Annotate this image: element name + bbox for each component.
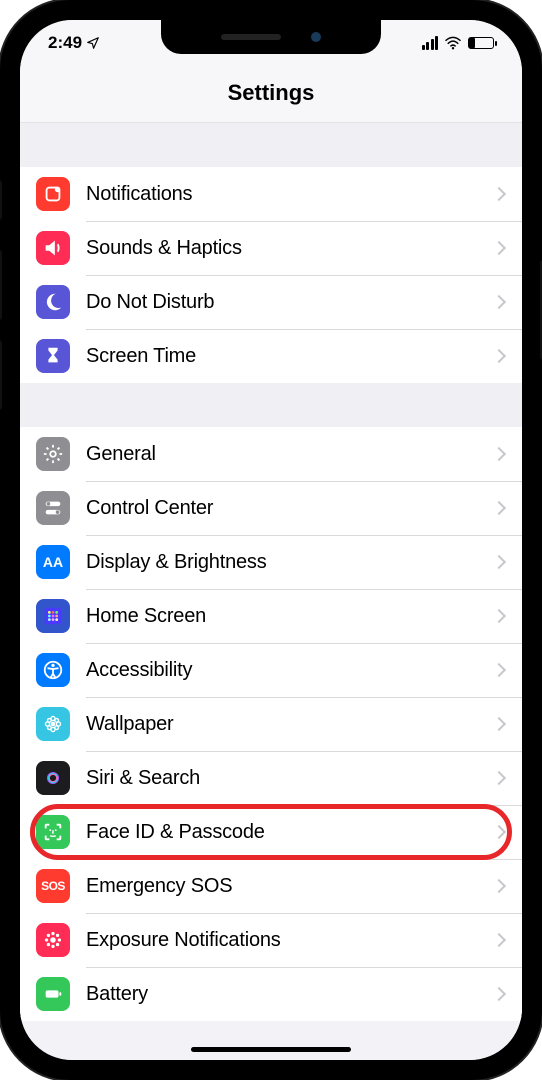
settings-row-exposure[interactable]: Exposure Notifications bbox=[20, 913, 522, 967]
settings-group: General Control Center AA Display & Brightn… bbox=[20, 427, 522, 1021]
chevron-right-icon bbox=[492, 501, 506, 515]
front-camera bbox=[311, 32, 321, 42]
settings-row-label: Control Center bbox=[86, 497, 494, 520]
flower-icon bbox=[36, 707, 70, 741]
volume-down-button bbox=[0, 340, 2, 410]
battery-icon bbox=[36, 977, 70, 1011]
phone-frame: 2:49 Settings Notifications Sounds & Hapt… bbox=[0, 0, 542, 1080]
settings-row-battery[interactable]: Battery bbox=[20, 967, 522, 1021]
settings-row-label: Accessibility bbox=[86, 659, 494, 682]
exposure-icon bbox=[36, 923, 70, 957]
siri-icon bbox=[36, 761, 70, 795]
chevron-right-icon bbox=[492, 771, 506, 785]
location-arrow-icon bbox=[86, 36, 100, 50]
chevron-right-icon bbox=[492, 609, 506, 623]
volume-up-button bbox=[0, 250, 2, 320]
chevron-right-icon bbox=[492, 987, 506, 1001]
mute-switch bbox=[0, 180, 2, 220]
notch bbox=[161, 20, 381, 54]
text-size-icon: AA bbox=[36, 545, 70, 579]
chevron-right-icon bbox=[492, 933, 506, 947]
settings-row-label: Screen Time bbox=[86, 345, 494, 368]
settings-row-label: Exposure Notifications bbox=[86, 929, 494, 952]
settings-group: Notifications Sounds & Haptics Do Not Dist… bbox=[20, 167, 522, 383]
settings-row-label: General bbox=[86, 443, 494, 466]
hourglass-icon bbox=[36, 339, 70, 373]
settings-row-wallpaper[interactable]: Wallpaper bbox=[20, 697, 522, 751]
settings-row-label: Wallpaper bbox=[86, 713, 494, 736]
chevron-right-icon bbox=[492, 187, 506, 201]
settings-row-faceid[interactable]: Face ID & Passcode bbox=[20, 805, 522, 859]
chevron-right-icon bbox=[492, 663, 506, 677]
section-gap bbox=[20, 383, 522, 427]
settings-row-label: Emergency SOS bbox=[86, 875, 494, 898]
grid-icon bbox=[36, 599, 70, 633]
settings-row-screentime[interactable]: Screen Time bbox=[20, 329, 522, 383]
chevron-right-icon bbox=[492, 295, 506, 309]
settings-row-sos[interactable]: SOS Emergency SOS bbox=[20, 859, 522, 913]
settings-row-label: Face ID & Passcode bbox=[86, 821, 494, 844]
notifications-icon bbox=[36, 177, 70, 211]
switches-icon bbox=[36, 491, 70, 525]
settings-row-display[interactable]: AA Display & Brightness bbox=[20, 535, 522, 589]
settings-row-label: Battery bbox=[86, 983, 494, 1006]
chevron-right-icon bbox=[492, 555, 506, 569]
moon-icon bbox=[36, 285, 70, 319]
sounds-icon bbox=[36, 231, 70, 265]
section-gap bbox=[20, 123, 522, 167]
settings-list[interactable]: Notifications Sounds & Haptics Do Not Dist… bbox=[20, 123, 522, 1060]
settings-row-label: Notifications bbox=[86, 183, 494, 206]
settings-row-homescreen[interactable]: Home Screen bbox=[20, 589, 522, 643]
speaker-grille bbox=[221, 34, 281, 40]
status-time: 2:49 bbox=[48, 33, 82, 53]
chevron-right-icon bbox=[492, 717, 506, 731]
settings-row-label: Home Screen bbox=[86, 605, 494, 628]
wifi-icon bbox=[444, 36, 462, 50]
face-id-icon bbox=[36, 815, 70, 849]
chevron-right-icon bbox=[492, 825, 506, 839]
settings-row-label: Sounds & Haptics bbox=[86, 237, 494, 260]
chevron-right-icon bbox=[492, 349, 506, 363]
home-indicator[interactable] bbox=[191, 1047, 351, 1052]
settings-row-label: Siri & Search bbox=[86, 767, 494, 790]
settings-row-general[interactable]: General bbox=[20, 427, 522, 481]
accessibility-icon bbox=[36, 653, 70, 687]
settings-row-accessibility[interactable]: Accessibility bbox=[20, 643, 522, 697]
settings-row-notifications[interactable]: Notifications bbox=[20, 167, 522, 221]
settings-row-label: Do Not Disturb bbox=[86, 291, 494, 314]
sos-icon: SOS bbox=[36, 869, 70, 903]
chevron-right-icon bbox=[492, 241, 506, 255]
cellular-signal-icon bbox=[422, 36, 439, 50]
chevron-right-icon bbox=[492, 879, 506, 893]
settings-row-label: Display & Brightness bbox=[86, 551, 494, 574]
screen: 2:49 Settings Notifications Sounds & Hapt… bbox=[20, 20, 522, 1060]
settings-row-controlcenter[interactable]: Control Center bbox=[20, 481, 522, 535]
battery-icon bbox=[468, 37, 494, 49]
gear-icon bbox=[36, 437, 70, 471]
settings-row-dnd[interactable]: Do Not Disturb bbox=[20, 275, 522, 329]
page-title: Settings bbox=[20, 80, 522, 106]
settings-row-siri[interactable]: Siri & Search bbox=[20, 751, 522, 805]
settings-row-sounds[interactable]: Sounds & Haptics bbox=[20, 221, 522, 275]
chevron-right-icon bbox=[492, 447, 506, 461]
